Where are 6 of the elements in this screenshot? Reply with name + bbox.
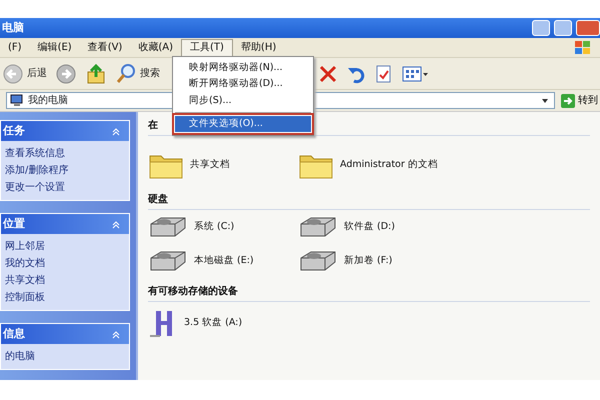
section-heading: 硬盘 <box>148 192 590 210</box>
pane-title: 任务 <box>3 122 25 139</box>
pane-title: 信息 <box>3 326 25 342</box>
pane-title: 位置 <box>3 216 25 232</box>
section-heading: 有可移动存储的设备 <box>148 284 590 302</box>
window-title: 电脑 <box>2 20 24 36</box>
